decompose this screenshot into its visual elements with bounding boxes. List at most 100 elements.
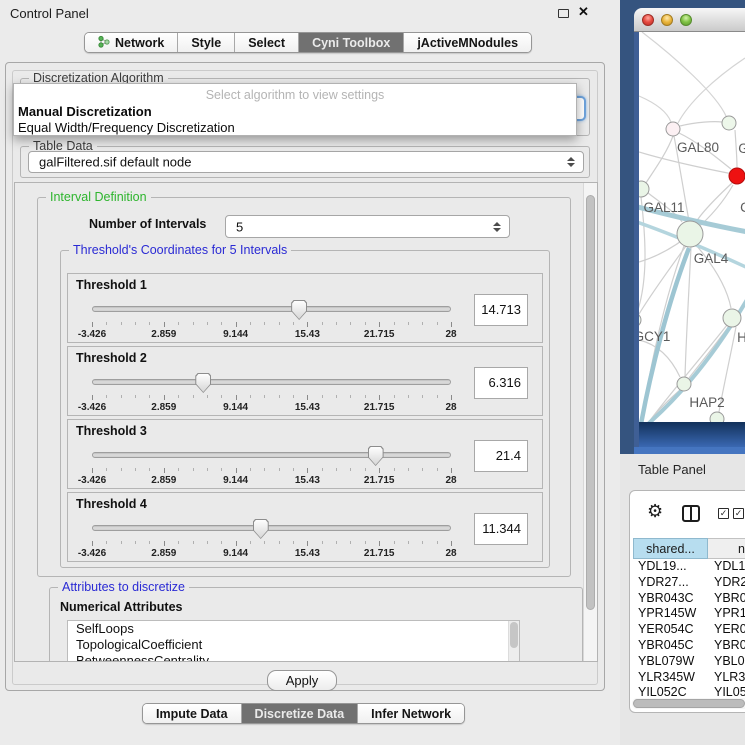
network-node-hap2[interactable]	[677, 377, 691, 391]
tab-impute-data[interactable]: Impute Data	[143, 704, 242, 723]
slider-tick-label: 15.43	[295, 329, 320, 340]
numerical-attributes-list[interactable]: SelfLoopsTopologicalCoefficientBetweenne…	[67, 620, 520, 662]
checkbox-icon[interactable]: ✓	[733, 508, 744, 519]
network-graph[interactable]: GAL80GACGAL11GAL4HGCY1HAP2	[639, 32, 745, 422]
tab-label: Style	[191, 36, 221, 50]
slider-tick	[422, 395, 423, 398]
slider-tick-label: 15.43	[295, 475, 320, 486]
close-traffic-light-icon[interactable]	[642, 14, 654, 26]
minimize-traffic-light-icon[interactable]	[661, 14, 673, 26]
apply-button[interactable]: Apply	[267, 670, 337, 691]
network-node-ga[interactable]	[722, 116, 736, 130]
network-window-border-bottom	[634, 447, 745, 454]
network-node-c[interactable]	[729, 168, 745, 184]
gear-icon[interactable]: ⚙	[647, 503, 663, 521]
slider-track[interactable]	[92, 452, 451, 458]
tab-infer-network[interactable]: Infer Network	[358, 704, 464, 723]
slider-tick	[164, 395, 165, 400]
threshold-slider[interactable]: -3.4262.8599.14415.4321.71528	[92, 446, 451, 486]
list-item[interactable]: TopologicalCoefficient	[68, 637, 519, 653]
slider-tick	[106, 541, 107, 544]
slider-tick	[250, 395, 251, 398]
slider-thumb[interactable]	[253, 519, 269, 539]
threshold-slider[interactable]: -3.4262.8599.14415.4321.71528	[92, 300, 451, 340]
network-window-titlebar[interactable]	[634, 8, 745, 32]
slider-tick	[250, 322, 251, 325]
table-horizontal-scrollbar[interactable]	[632, 698, 745, 709]
network-node-h[interactable]	[723, 309, 741, 327]
tab-network[interactable]: Network	[85, 33, 178, 52]
control-panel-titlebar: Control Panel ✕	[0, 0, 620, 26]
slider-thumb[interactable]	[195, 373, 211, 393]
scrollbar-thumb[interactable]	[586, 195, 595, 610]
slider-track[interactable]	[92, 306, 451, 312]
list-scrollbar[interactable]	[508, 621, 519, 662]
table-row[interactable]: YDR27...YDR27	[630, 575, 745, 591]
network-edge	[685, 247, 691, 377]
column-layout-icon[interactable]	[682, 505, 700, 522]
close-icon[interactable]: ✕	[578, 4, 589, 20]
slider-thumb[interactable]	[291, 300, 307, 320]
slider-tick	[451, 395, 452, 400]
column-header-shared-name[interactable]: shared...	[633, 538, 708, 559]
scrollbar-thumb[interactable]	[510, 622, 518, 648]
list-item[interactable]: BetweennessCentrality	[68, 653, 519, 662]
slider-track[interactable]	[92, 525, 451, 531]
slider-tick	[149, 322, 150, 325]
slider-tick	[365, 468, 366, 471]
tab-discretize-data[interactable]: Discretize Data	[242, 704, 359, 723]
column-header-name[interactable]: name	[708, 538, 745, 559]
slider-tick-label: 2.859	[151, 329, 176, 340]
slider-thumb[interactable]	[368, 446, 384, 466]
list-item[interactable]: SelfLoops	[68, 621, 519, 637]
checkbox-icon[interactable]: ✓	[718, 508, 729, 519]
settings-scrollbar[interactable]	[583, 183, 597, 661]
threshold-slider[interactable]: -3.4262.8599.14415.4321.71528	[92, 373, 451, 413]
slider-tick	[293, 468, 294, 471]
dropdown-item-manual-discretization[interactable]: Manual Discretization	[18, 104, 152, 119]
slider-track[interactable]	[92, 379, 451, 385]
slider-tick	[149, 395, 150, 398]
table-panel-title: Table Panel	[638, 462, 706, 477]
network-node[interactable]	[710, 412, 724, 422]
cell-name: YDR27	[714, 575, 745, 589]
threshold-value-field[interactable]: 6.316	[474, 367, 528, 399]
threshold-label: Threshold 4	[76, 497, 147, 511]
network-node-gal4[interactable]	[677, 221, 703, 247]
threshold-value-field[interactable]: 14.713	[474, 294, 528, 326]
scrollbar-thumb[interactable]	[633, 699, 745, 708]
slider-tick	[437, 468, 438, 471]
network-node-gcy1[interactable]	[639, 313, 641, 327]
slider-tick	[178, 322, 179, 325]
bottom-tab-bar: Impute DataDiscretize DataInfer Network	[142, 703, 465, 724]
slider-tick	[394, 541, 395, 544]
table-row[interactable]: YBR045CYBR045C	[630, 638, 745, 654]
table-row[interactable]: YLR345WYLR345W	[630, 670, 745, 686]
float-window-icon[interactable]	[558, 9, 569, 18]
tab-style[interactable]: Style	[178, 33, 235, 52]
threshold-slider[interactable]: -3.4262.8599.14415.4321.71528	[92, 519, 451, 559]
table-row[interactable]: YPR145WYPR145W	[630, 606, 745, 622]
table-row[interactable]: YBR043CYBR043C	[630, 591, 745, 607]
table-row[interactable]: YBL079WYBL079W	[630, 654, 745, 670]
network-canvas[interactable]: GAL80GACGAL11GAL4HGCY1HAP2	[639, 32, 745, 422]
table-row[interactable]: YDL19...YDL19	[630, 559, 745, 575]
table-rows: YDL19...YDL19YDR27...YDR27YBR043CYBR043C…	[630, 559, 745, 697]
threshold-value-field[interactable]: 11.344	[474, 513, 528, 545]
tab-cyni-toolbox[interactable]: Cyni Toolbox	[299, 33, 404, 52]
network-node-gal80[interactable]	[666, 122, 680, 136]
top-tab-bar: Network Style SelectCyni ToolboxjActiveMNo…	[84, 32, 532, 53]
network-node-gal11[interactable]	[639, 181, 649, 197]
zoom-traffic-light-icon[interactable]	[680, 14, 692, 26]
threshold-value-field[interactable]: 21.4	[474, 440, 528, 472]
tab-jactivemnodules[interactable]: jActiveMNodules	[404, 33, 531, 52]
slider-tick	[279, 395, 280, 398]
dropdown-item-equal-width-frequency[interactable]: Equal Width/Frequency Discretization	[18, 120, 235, 135]
table-data-combobox[interactable]: galFiltered.sif default node	[28, 151, 584, 173]
table-row[interactable]: YIL052CYIL052C	[630, 685, 745, 697]
cell-name: YLR345W	[714, 670, 745, 684]
number-of-intervals-combobox[interactable]: 5	[225, 215, 510, 238]
cell-name: YBR043C	[714, 591, 745, 605]
tab-select[interactable]: Select	[235, 33, 299, 52]
table-row[interactable]: YER054CYER054C	[630, 622, 745, 638]
